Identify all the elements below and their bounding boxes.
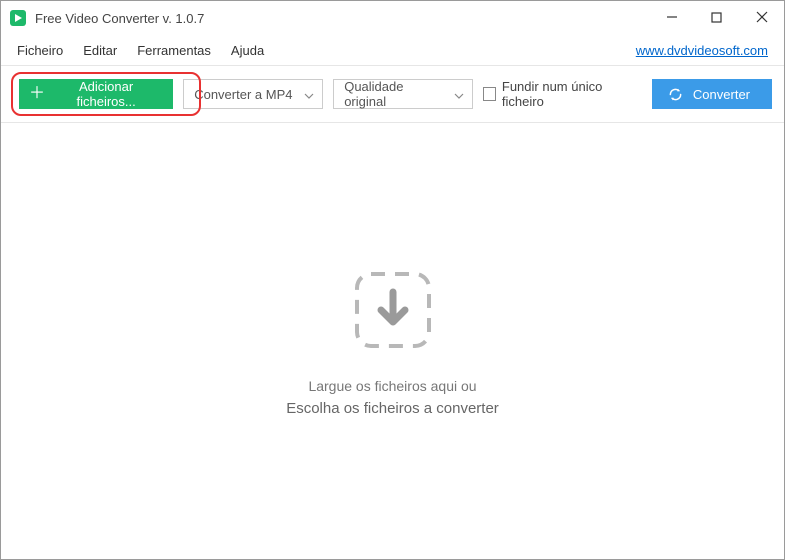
download-arrow-icon (349, 266, 437, 354)
menu-edit[interactable]: Editar (73, 39, 127, 62)
minimize-icon (666, 11, 678, 26)
menu-tools[interactable]: Ferramentas (127, 39, 221, 62)
toolbar: ＋ Adicionar ficheiros... Converter a MP4… (1, 66, 784, 122)
merge-label: Fundir num único ficheiro (502, 79, 632, 109)
drop-hint-line1: Largue os ficheiros aqui ou (308, 378, 476, 394)
convert-button[interactable]: Converter (652, 79, 772, 109)
refresh-icon (668, 87, 683, 102)
format-selected: Converter a MP4 (194, 87, 292, 102)
checkbox-box-icon (483, 87, 496, 101)
vendor-link[interactable]: www.dvdvideosoft.com (636, 43, 778, 58)
quality-dropdown[interactable]: Qualidade original (333, 79, 473, 109)
close-button[interactable] (739, 3, 784, 33)
app-icon (9, 9, 27, 27)
menu-help[interactable]: Ajuda (221, 39, 274, 62)
convert-label: Converter (693, 87, 750, 102)
minimize-button[interactable] (649, 3, 694, 33)
format-dropdown[interactable]: Converter a MP4 (183, 79, 323, 109)
merge-checkbox[interactable]: Fundir num único ficheiro (483, 79, 632, 109)
chevron-down-icon (454, 87, 464, 102)
plus-icon: ＋ (29, 86, 45, 102)
maximize-icon (711, 11, 722, 26)
menu-file[interactable]: Ficheiro (7, 39, 73, 62)
titlebar: Free Video Converter v. 1.0.7 (1, 1, 784, 35)
app-title: Free Video Converter v. 1.0.7 (35, 11, 204, 26)
maximize-button[interactable] (694, 3, 739, 33)
app-window: Free Video Converter v. 1.0.7 Ficheiro E… (0, 0, 785, 560)
choose-files-link[interactable]: Escolha os ficheiros a converter (286, 400, 499, 417)
drop-area[interactable]: Largue os ficheiros aqui ou Escolha os f… (1, 123, 784, 559)
add-files-label: Adicionar ficheiros... (55, 79, 157, 109)
chevron-down-icon (304, 87, 314, 102)
menubar: Ficheiro Editar Ferramentas Ajuda www.dv… (1, 35, 784, 65)
add-files-button[interactable]: ＋ Adicionar ficheiros... (19, 79, 173, 109)
close-icon (756, 11, 768, 26)
quality-selected: Qualidade original (344, 79, 444, 109)
